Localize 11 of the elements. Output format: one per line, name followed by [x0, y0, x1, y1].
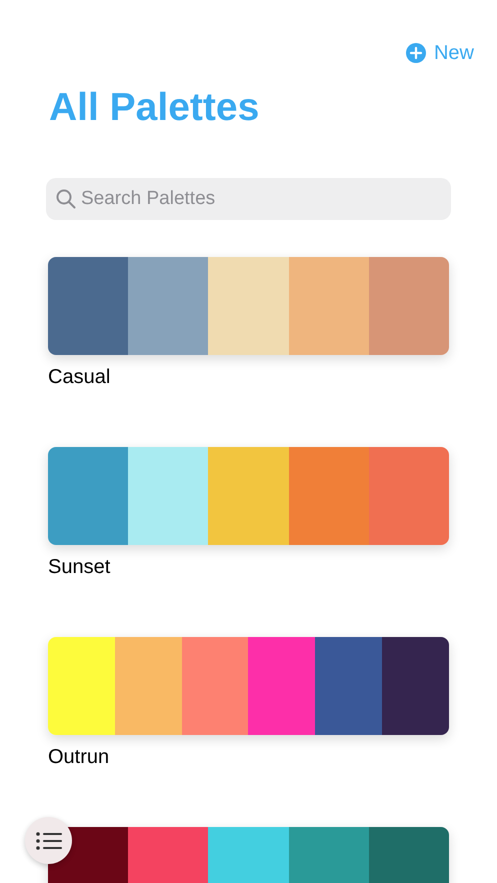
palette-name: Outrun — [48, 745, 110, 769]
search-field[interactable]: Search Palettes — [46, 178, 451, 220]
plus-circle-icon — [406, 43, 426, 63]
palette-name: Sunset — [48, 555, 112, 579]
palette-name: Casual — [48, 365, 112, 389]
list-button[interactable] — [25, 817, 72, 864]
page-title: All Palettes — [48, 85, 260, 131]
list-icon — [36, 830, 62, 850]
search-icon — [56, 189, 76, 209]
new-button[interactable]: New — [406, 38, 474, 68]
palette-card[interactable] — [48, 637, 449, 735]
